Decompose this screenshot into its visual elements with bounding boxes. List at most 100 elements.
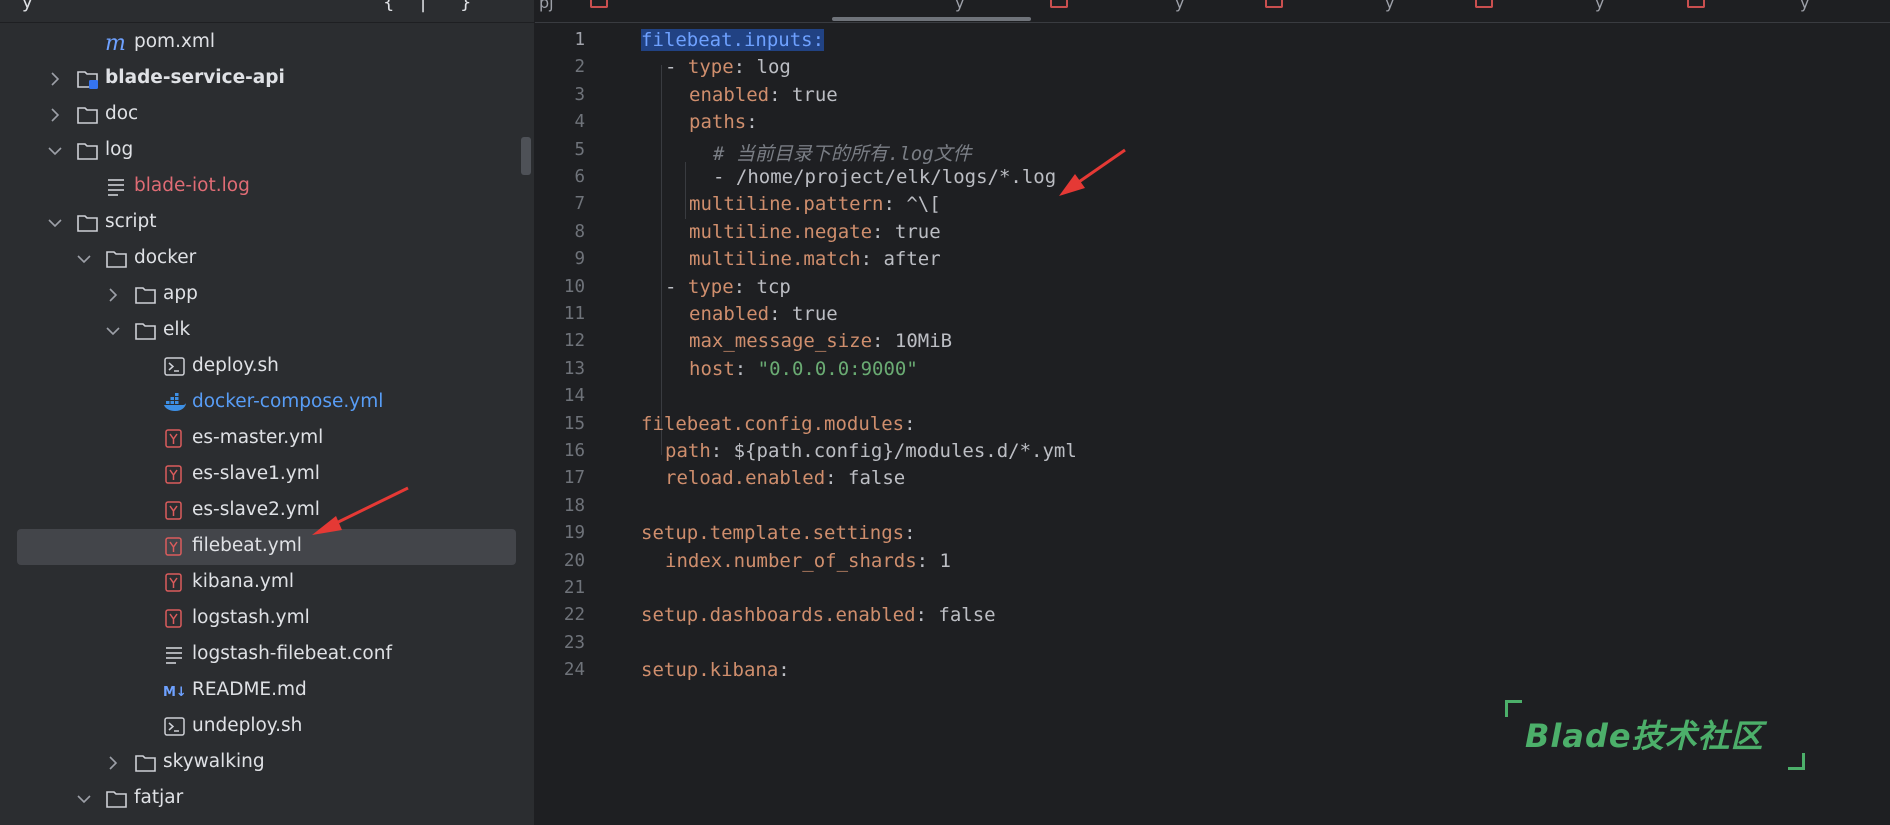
code-line: reload.enabled: false (665, 467, 905, 489)
code-token: : (734, 357, 758, 380)
yaml-tab-icon (1475, 0, 1493, 8)
line-number: 12 (563, 331, 585, 352)
tree-item[interactable]: docker (0, 241, 534, 277)
code-line: multiline.match: after (689, 248, 941, 270)
chevron-down-icon[interactable] (74, 249, 94, 269)
chevron-down-icon[interactable] (103, 321, 123, 341)
shell-script-icon (163, 716, 187, 738)
tree-item[interactable]: log (0, 133, 534, 169)
folder-icon (105, 248, 129, 270)
line-number: 14 (563, 386, 585, 407)
chevron-down-icon[interactable] (74, 789, 94, 809)
indent-guide (685, 162, 686, 219)
tree-item[interactable]: script (0, 205, 534, 241)
tree-item[interactable]: app (0, 277, 534, 313)
yaml-key: setup.template.settings (641, 522, 905, 545)
code-line: max_message_size: 10MiB (689, 330, 952, 352)
chevron-right-icon[interactable] (45, 105, 65, 125)
chevron-right-icon[interactable] (103, 285, 123, 305)
tree-item-label: fatjar (134, 787, 184, 808)
project-tree-panel: y { | } m pom.xml blade-service-api doc log b… (0, 0, 534, 825)
tree-top-fragment: } (460, 0, 472, 13)
watermark-corner (1505, 700, 1522, 717)
code-token: : false (915, 604, 996, 627)
tree-item[interactable]: logstash.yml (0, 601, 534, 637)
tree-item[interactable]: filebeat.yml (17, 529, 516, 565)
tree-item-label: filebeat.yml (192, 535, 302, 556)
chevron-right-icon[interactable] (45, 69, 65, 89)
tree-item[interactable]: es-master.yml (0, 421, 534, 457)
tree-item[interactable]: M↓ README.md (0, 673, 534, 709)
line-number: 20 (563, 550, 585, 571)
code-token: : 10MiB (872, 330, 953, 353)
line-number: 22 (563, 605, 585, 626)
tree-item[interactable]: doc (0, 97, 534, 133)
tree-item[interactable]: skywalking (0, 745, 534, 781)
tree-item[interactable]: blade-service-api (0, 61, 534, 97)
tree-item-label: deploy.sh (192, 355, 279, 376)
tab-fragment[interactable]: y (955, 0, 964, 12)
tree-item[interactable]: logstash-filebeat.conf (0, 637, 534, 673)
tab-fragment[interactable]: y (1800, 0, 1809, 12)
code-line: index.number_of_shards: 1 (665, 550, 951, 572)
line-number: 13 (563, 358, 585, 379)
tree-item[interactable]: docker-compose.yml (0, 385, 534, 421)
tree-item-label: blade-iot.log (134, 175, 250, 196)
line-number: 15 (563, 413, 585, 434)
chevron-right-icon[interactable] (103, 753, 123, 773)
line-number: 7 (574, 194, 585, 215)
line-number: 16 (563, 441, 585, 461)
tree-item-label: skywalking (163, 751, 265, 772)
yaml-key: reload.enabled (665, 467, 826, 490)
tree-item[interactable]: es-slave1.yml (0, 457, 534, 493)
chevron-down-icon[interactable] (45, 141, 65, 161)
active-tab-indicator (832, 17, 1031, 21)
tree-item-label: pom.xml (134, 31, 216, 52)
tree-item[interactable]: kibana.yml (0, 565, 534, 601)
tree-item-label: docker-compose.yml (192, 391, 384, 412)
yaml-key: path (665, 440, 711, 462)
yaml-tab-icon (1687, 0, 1705, 8)
tab-fragment[interactable]: y (1175, 0, 1184, 12)
code-token: - (665, 56, 688, 79)
folder-icon (134, 752, 158, 774)
code-token: : true (769, 83, 838, 106)
tab-fragment[interactable]: y (1595, 0, 1604, 12)
code-token: : ${path.config}/modules.d/*.yml (710, 440, 1077, 462)
code-line: # 当前目录下的所有.log文件 (713, 139, 972, 166)
text-file-icon (163, 644, 187, 666)
code-token: : after (860, 248, 941, 271)
tree-item-label: log (105, 139, 134, 160)
yaml-key: type (687, 275, 734, 298)
code-line: path: ${path.config}/modules.d/*.yml (665, 440, 1077, 462)
tree-item[interactable]: es-slave2.yml (0, 493, 534, 529)
code-token: - /home/project/elk/logs/*.log (713, 166, 1057, 188)
tree-item[interactable]: fatjar (0, 781, 534, 817)
yaml-key: enabled (689, 303, 770, 325)
line-number: 5 (574, 139, 585, 160)
tree-item[interactable]: undeploy.sh (0, 709, 534, 745)
tree-item[interactable]: m pom.xml (0, 25, 534, 61)
line-number: 2 (574, 57, 585, 78)
yaml-key: enabled (689, 83, 770, 106)
code-line: multiline.negate: true (689, 221, 941, 243)
line-number: 1 (574, 30, 585, 50)
tree-item-label: elk (163, 319, 191, 340)
tab-fragment[interactable]: pj (539, 0, 554, 12)
yaml-icon (163, 572, 187, 594)
tree-header-strip: y { | } (0, 0, 534, 23)
tree-item[interactable]: blade-iot.log (0, 169, 534, 205)
tree-item[interactable]: elk (0, 313, 534, 349)
line-number: 10 (563, 276, 585, 297)
tree-item[interactable]: deploy.sh (0, 349, 534, 385)
docker-icon (163, 392, 187, 414)
tab-fragment[interactable]: y (1385, 0, 1394, 12)
code-line: multiline.pattern: ^\[ (689, 193, 941, 215)
code-comment: # 当前目录下的所有.log文件 (713, 142, 972, 165)
code-line: host: "0.0.0.0:9000" (689, 358, 918, 380)
chevron-down-icon[interactable] (45, 213, 65, 233)
tree-scrollbar-thumb[interactable] (521, 137, 531, 175)
line-number: 17 (563, 468, 585, 489)
folder-icon (134, 284, 158, 306)
yaml-key: multiline.pattern (689, 193, 884, 216)
